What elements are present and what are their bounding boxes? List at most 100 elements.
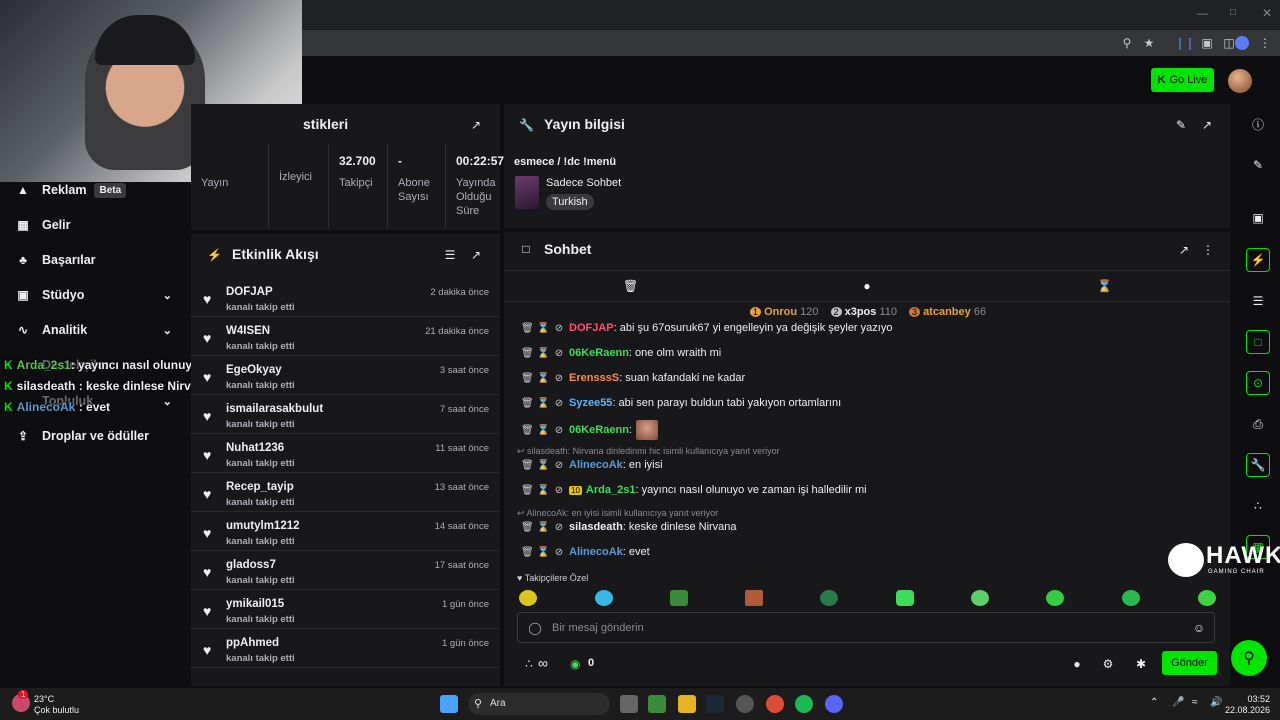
lightning-icon[interactable]: ⚡ [1246, 248, 1270, 272]
ban-icon[interactable]: ⊘ [553, 460, 565, 471]
ban-icon[interactable]: ⊘ [553, 547, 565, 558]
chat-message[interactable]: 🗑 ⌛ ⊘ Syzee55: abi sen parayı buldun tabi … [521, 397, 841, 409]
sidebar-item-analitik[interactable]: ∿ Analitik ⌄ [0, 315, 190, 345]
activity-item[interactable]: ♥ DOFJAP kanalı takip etti 2 dakika önce [191, 278, 500, 317]
activity-item[interactable]: ♥ gladoss7 kanalı takip etti 17 saat önc… [191, 551, 500, 590]
clock-date[interactable]: 22.08.2026 [1224, 705, 1270, 715]
trash-icon[interactable]: 🗑 [521, 323, 534, 334]
windows-start-icon[interactable] [440, 695, 458, 713]
activity-item[interactable]: ♥ Nuhat1236 kanalı takip etti 11 saat ön… [191, 434, 500, 473]
task-view-icon[interactable] [620, 695, 638, 713]
sidebar-item-studyo[interactable]: ▣ Stüdyo ⌄ [0, 280, 190, 310]
trash-icon[interactable]: 🗑 [521, 425, 534, 436]
list-icon[interactable]: ☰ [1246, 289, 1270, 313]
activity-item[interactable]: ♥ Recep_tayip kanalı takip etti 13 saat … [191, 473, 500, 512]
activity-item[interactable]: ♥ ismailarasakbulut kanalı takip etti 7 … [191, 395, 500, 434]
sidebar-item-reklam[interactable]: ▲ Reklam Beta [0, 175, 190, 205]
chat-input[interactable]: ◯ Bir mesaj gönderin ☺ [517, 612, 1215, 643]
hourglass-icon[interactable]: ⌛ [1097, 279, 1112, 293]
activity-item[interactable]: ♥ umutylm1212 kanalı takip etti 14 saat … [191, 512, 500, 551]
app-icon[interactable] [736, 695, 754, 713]
sidebar-panel-icon[interactable]: ◫ [1222, 36, 1236, 50]
trash-icon[interactable]: 🗑 [521, 485, 534, 496]
emoji-icon[interactable]: ☺ [1192, 621, 1206, 635]
edit-pencil-icon[interactable]: ✎ [1174, 118, 1188, 132]
hourglass-icon[interactable]: ⌛ [537, 348, 549, 359]
broadcast-icon[interactable]: ⊙ [1246, 371, 1270, 395]
ban-icon[interactable]: ⊘ [553, 485, 565, 496]
settings-gear-icon[interactable]: ⚙ [1101, 657, 1115, 671]
maximize-icon[interactable]: □ [1230, 7, 1236, 18]
printer-icon[interactable]: ⎙ [1246, 412, 1270, 436]
emote-button[interactable] [670, 590, 688, 606]
emote-button[interactable] [1122, 590, 1140, 606]
file-explorer-icon[interactable] [678, 695, 696, 713]
steam-icon[interactable] [706, 695, 724, 713]
trash-icon[interactable]: 🗑 [521, 398, 534, 409]
info-icon[interactable]: ⓘ [1246, 112, 1270, 136]
leaderboard-entry[interactable]: 1 Onrou 120 [750, 306, 819, 318]
chat-username[interactable]: Arda_2s1 [586, 484, 636, 496]
points-icon[interactable]: ∴ [1246, 494, 1270, 518]
ban-icon[interactable]: ⊘ [553, 373, 565, 384]
emote-button[interactable] [519, 590, 537, 606]
hourglass-icon[interactable]: ⌛ [537, 425, 549, 436]
chat-message[interactable]: 🗑 ⌛ ⊘ DOFJAP: abi şu 67osuruk67 yi engelle… [521, 322, 892, 334]
ban-icon[interactable]: ⊘ [553, 522, 565, 533]
address-bar[interactable]: ⚲ ★ ❘❘ ▣ ◫ ⋮ [300, 30, 1280, 56]
chat-message[interactable]: 🗑 ⌛ ⊘ silasdeath: keske dinlese Nirvana [521, 521, 737, 533]
popout-icon[interactable]: ↗ [1177, 243, 1191, 257]
chat-bubble-icon[interactable]: □ [1246, 330, 1270, 354]
layout-icon[interactable]: ▣ [1246, 206, 1270, 230]
edit-pencil-icon[interactable]: ✎ [1246, 153, 1270, 177]
emote-button[interactable] [896, 590, 914, 606]
volume-icon[interactable]: 🔊 [1210, 697, 1222, 708]
send-button[interactable]: Gönder [1162, 651, 1217, 675]
trash-icon[interactable]: 🗑 [521, 373, 534, 384]
chat-bubble-icon[interactable]: ● [1070, 657, 1084, 671]
hourglass-icon[interactable]: ⌛ [537, 398, 549, 409]
user-avatar[interactable] [1228, 69, 1252, 93]
chat-message[interactable]: 🗑 ⌛ ⊘ AlinecoAk: evet [521, 546, 650, 558]
chat-username[interactable]: 06KeRaenn [569, 424, 629, 436]
hourglass-icon[interactable]: ⌛ [537, 547, 549, 558]
zoom-icon[interactable]: ⚲ [1120, 36, 1134, 50]
extensions-puzzle-icon[interactable]: ▣ [1200, 36, 1214, 50]
emote-button[interactable] [745, 590, 763, 606]
chat-bubble-icon[interactable]: ● [860, 279, 874, 293]
popout-icon[interactable]: ↗ [469, 118, 483, 132]
headset-icon[interactable]: ⚲ [1231, 640, 1267, 676]
activity-item[interactable]: ♥ W4ISEN kanalı takip etti 21 dakika önc… [191, 317, 500, 356]
go-live-button[interactable]: K Go Live [1151, 68, 1214, 92]
ban-icon[interactable]: ⊘ [553, 348, 565, 359]
chat-message[interactable]: 🗑 ⌛ ⊘ 06KeRaenn: [521, 420, 658, 440]
extension-audio-icon[interactable]: ❘❘ [1175, 36, 1195, 50]
hourglass-icon[interactable]: ⌛ [537, 323, 549, 334]
activity-item[interactable]: ♥ ppAhmed kanalı takip etti 1 gün önce [191, 629, 500, 668]
emote-button[interactable] [595, 590, 613, 606]
filter-icon[interactable]: ☰ [443, 248, 457, 262]
chat-username[interactable]: Syzee55 [569, 397, 612, 409]
activity-item[interactable]: ♥ EgeOkyay kanalı takip etti 3 saat önce [191, 356, 500, 395]
wrench-icon[interactable]: 🔧 [1246, 453, 1270, 477]
clock-time[interactable]: 03:52 [1238, 694, 1270, 704]
chat-username[interactable]: DOFJAP [569, 322, 614, 334]
taskbar-search[interactable]: ⚲ Ara [468, 693, 610, 715]
hourglass-icon[interactable]: ⌛ [537, 522, 549, 533]
emote-button[interactable] [971, 590, 989, 606]
popout-icon[interactable]: ↗ [1200, 118, 1214, 132]
emote-button[interactable] [820, 590, 838, 606]
ban-icon[interactable]: ⊘ [553, 323, 565, 334]
microphone-icon[interactable]: 🎤 [1172, 697, 1184, 708]
ban-icon[interactable]: ⊘ [553, 398, 565, 409]
chat-message[interactable]: 🗑 ⌛ ⊘ 06KeRaenn: one olm wraith mi [521, 347, 721, 359]
bot-icon[interactable]: ✱ [1134, 657, 1148, 671]
hourglass-icon[interactable]: ⌛ [537, 460, 549, 471]
leaderboard-entry[interactable]: 2 x3pos 110 [830, 306, 897, 318]
chat-username[interactable]: AlinecoAk [569, 546, 623, 558]
wifi-icon[interactable]: ≈ [1192, 697, 1198, 708]
points-icon[interactable]: ∴ [522, 657, 536, 671]
browser-menu-icon[interactable]: ⋮ [1258, 36, 1272, 50]
trash-icon[interactable]: 🗑 [521, 547, 534, 558]
chat-username[interactable]: 06KeRaenn [569, 347, 629, 359]
